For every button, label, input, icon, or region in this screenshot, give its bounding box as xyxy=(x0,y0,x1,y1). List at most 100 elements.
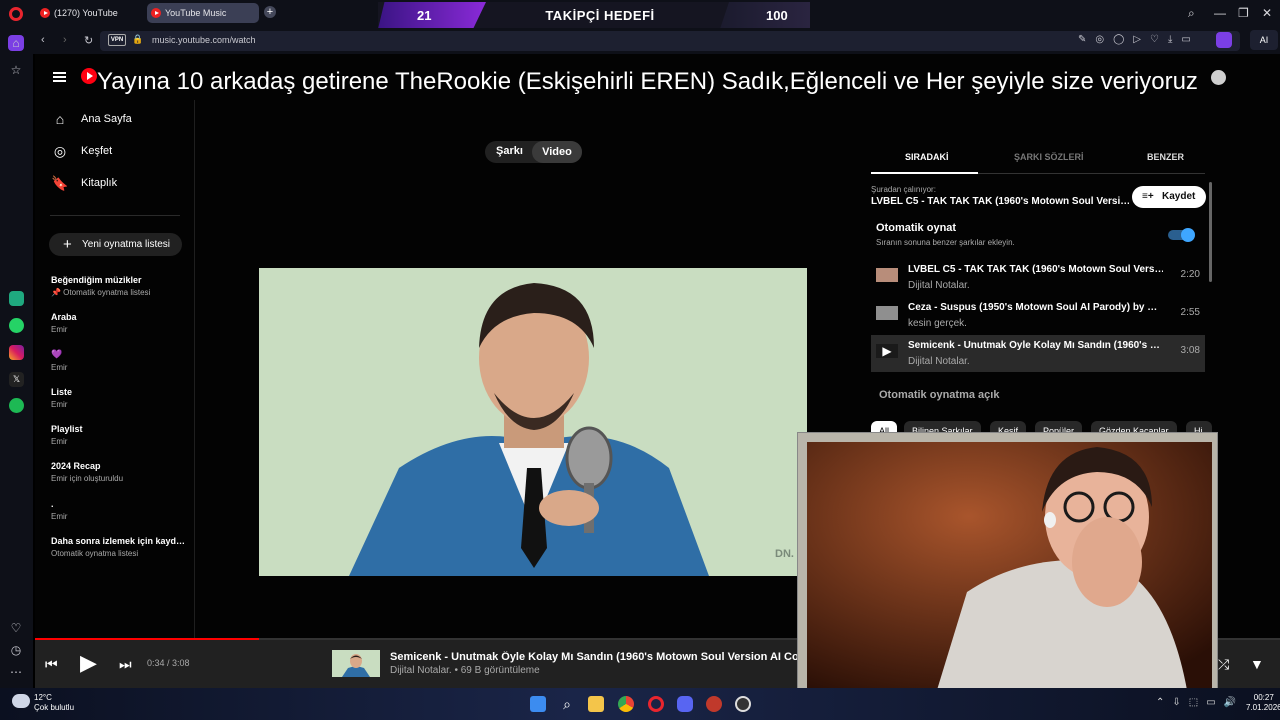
webcam-feed xyxy=(807,442,1212,690)
discord-icon[interactable] xyxy=(677,696,693,712)
tab-youtube-music[interactable]: YouTube Music xyxy=(147,3,259,23)
ai-button[interactable]: AI xyxy=(1250,30,1278,50)
autoplay-toggle[interactable] xyxy=(1168,228,1195,242)
close-icon[interactable]: ✕ xyxy=(1262,6,1272,20)
tab-youtube[interactable]: (1270) YouTube xyxy=(36,3,144,23)
whatsapp-icon[interactable] xyxy=(9,318,24,333)
queue-item-artist: Dijital Notalar. xyxy=(908,356,970,367)
library-item-sub: Emir xyxy=(51,363,68,372)
search-tabs-icon[interactable]: ⌕ xyxy=(1188,6,1195,21)
avatar[interactable] xyxy=(1211,70,1226,85)
new-playlist-button[interactable]: + Yeni oynatma listesi xyxy=(49,233,182,256)
maximize-icon[interactable]: ❐ xyxy=(1238,6,1249,20)
system-tray-icons[interactable]: ⌃⇩⬚▭🔊 xyxy=(1156,697,1244,708)
library-item[interactable]: 2024 Recap Emir için oluşturuldu xyxy=(51,461,191,483)
clock-time: 00:27 xyxy=(1253,693,1274,702)
tab-active-indicator xyxy=(871,172,978,174)
queue-thumbnail xyxy=(876,268,898,282)
previous-icon[interactable]: ⏮ xyxy=(45,656,58,673)
chrome-icon[interactable] xyxy=(618,696,634,712)
heart-icon[interactable]: ♡ xyxy=(8,620,24,636)
library-item[interactable]: Daha sonra izlemek için kayd… Otomatik oy… xyxy=(51,536,191,558)
library-item[interactable]: Playlist Emir xyxy=(51,424,191,446)
url-text[interactable]: music.youtube.com/watch xyxy=(152,35,256,45)
back-icon[interactable]: ‹ xyxy=(41,34,45,46)
toggle-song[interactable]: Şarkı xyxy=(496,145,523,157)
weather-temp: 12°C xyxy=(34,693,52,702)
opera-taskbar-icon[interactable] xyxy=(648,696,664,712)
profile-icon[interactable] xyxy=(1216,32,1232,48)
autoplay-subtitle: Sıranın sonuna benzer şarkılar ekleyin. xyxy=(876,238,1015,247)
forward-icon[interactable]: › xyxy=(63,34,67,46)
expand-icon[interactable]: ▼ xyxy=(1250,656,1264,672)
x-icon[interactable]: 𝕏 xyxy=(9,372,24,387)
library-item[interactable]: Beğendiğim müzikler 📌 Otomatik oynatma li… xyxy=(51,275,191,297)
tab-label: (1270) YouTube xyxy=(54,8,118,18)
weather-widget[interactable]: 12°C Çok bulutlu xyxy=(34,693,74,713)
song-video-toggle[interactable]: Şarkı Video xyxy=(485,141,582,163)
save-button[interactable]: ≡+ Kaydet xyxy=(1132,186,1206,208)
goal-current: 21 xyxy=(417,8,432,23)
playlist-add-icon: ≡+ xyxy=(1142,191,1154,202)
goal-title: TAKİPÇİ HEDEFİ xyxy=(545,8,655,23)
minimize-icon[interactable]: — xyxy=(1214,6,1226,20)
queue-item-duration: 3:08 xyxy=(1180,345,1200,356)
reload-icon[interactable]: ↻ xyxy=(84,34,93,47)
queue-item[interactable]: LVBEL C5 - TAK TAK TAK (1960's Motown So… xyxy=(871,259,1205,296)
queue-scrollbar[interactable] xyxy=(1209,182,1212,282)
toggle-video[interactable]: Video xyxy=(532,141,582,163)
now-playing-subtitle[interactable]: Dijital Notalar. • 69 B görüntüleme xyxy=(390,665,540,676)
now-playing-thumbnail[interactable] xyxy=(332,650,380,677)
search-icon[interactable]: ⌕ xyxy=(559,696,575,712)
toolbar-extension-icons[interactable]: ✎◎◯▷♡⤓▭ xyxy=(1078,34,1200,45)
menu-icon[interactable] xyxy=(53,72,66,82)
library-item[interactable]: . Emir xyxy=(51,499,191,521)
lock-icon[interactable]: 🔒 xyxy=(132,34,143,45)
tab-related[interactable]: BENZER xyxy=(1147,152,1184,162)
queue-item-playing[interactable]: ▶ Semicenk - Unutmak Öyle Kolay Mı Sandın… xyxy=(871,335,1205,372)
library-item-title: Araba xyxy=(51,312,77,322)
next-icon[interactable]: ⏭ xyxy=(119,656,132,673)
taskbar-clock[interactable]: 00:27 7.01.2026 xyxy=(1246,693,1280,713)
shuffle-icon[interactable]: ⤮ xyxy=(1218,656,1229,673)
youtube-favicon-icon xyxy=(40,8,50,18)
goal-target-panel xyxy=(720,2,810,29)
more-icon[interactable]: ⋯ xyxy=(8,664,24,680)
library-item-title: Liste xyxy=(51,387,73,397)
chatgpt-icon[interactable] xyxy=(9,291,24,306)
spotify-icon[interactable] xyxy=(9,398,24,413)
star-icon[interactable]: ☆ xyxy=(8,62,24,78)
address-field[interactable] xyxy=(100,31,1240,51)
queue-item[interactable]: Ceza - Suspus (1950's Motown Soul AI Par… xyxy=(871,297,1205,334)
library-item-sub: Emir için oluşturuldu xyxy=(51,474,124,483)
new-tab-button[interactable]: + xyxy=(264,6,276,18)
library-item-title: 💜 xyxy=(51,349,63,359)
goal-progress-fill xyxy=(378,2,486,29)
obs-icon[interactable] xyxy=(735,696,751,712)
library-item[interactable]: 💜 Emir xyxy=(51,349,191,372)
library-item[interactable]: Liste Emir xyxy=(51,387,191,409)
microphone-icon[interactable] xyxy=(706,696,722,712)
autoplay-title: Otomatik oynat xyxy=(876,222,957,234)
library-item[interactable]: Araba Emir xyxy=(51,312,191,334)
youtube-music-logo-icon[interactable] xyxy=(81,68,97,84)
file-explorer-icon[interactable] xyxy=(588,696,604,712)
library-item-title: Playlist xyxy=(51,424,83,434)
tab-lyrics[interactable]: ŞARKI SÖZLERİ xyxy=(1014,152,1084,162)
weather-icon[interactable] xyxy=(12,694,30,708)
nav-label: Ana Sayfa xyxy=(81,113,132,125)
now-playing-title[interactable]: Semicenk - Unutmak Öyle Kolay Mı Sandın … xyxy=(390,651,805,663)
save-label: Kaydet xyxy=(1162,191,1196,202)
history-icon[interactable]: ◷ xyxy=(8,642,24,658)
opera-logo-icon[interactable] xyxy=(9,7,23,21)
tab-up-next[interactable]: SIRADAKİ xyxy=(905,152,949,162)
video-artwork[interactable]: DN. xyxy=(259,268,807,576)
play-icon: ▶ xyxy=(876,344,898,358)
vpn-badge[interactable]: VPN xyxy=(108,34,126,46)
play-pause-icon[interactable]: ▶ xyxy=(80,650,97,676)
home-icon[interactable]: ⌂ xyxy=(8,35,24,51)
youtube-music-favicon-icon xyxy=(151,8,161,18)
windows-start-icon[interactable] xyxy=(530,696,546,712)
library-item-title: 2024 Recap xyxy=(51,461,101,471)
instagram-icon[interactable] xyxy=(9,345,24,360)
